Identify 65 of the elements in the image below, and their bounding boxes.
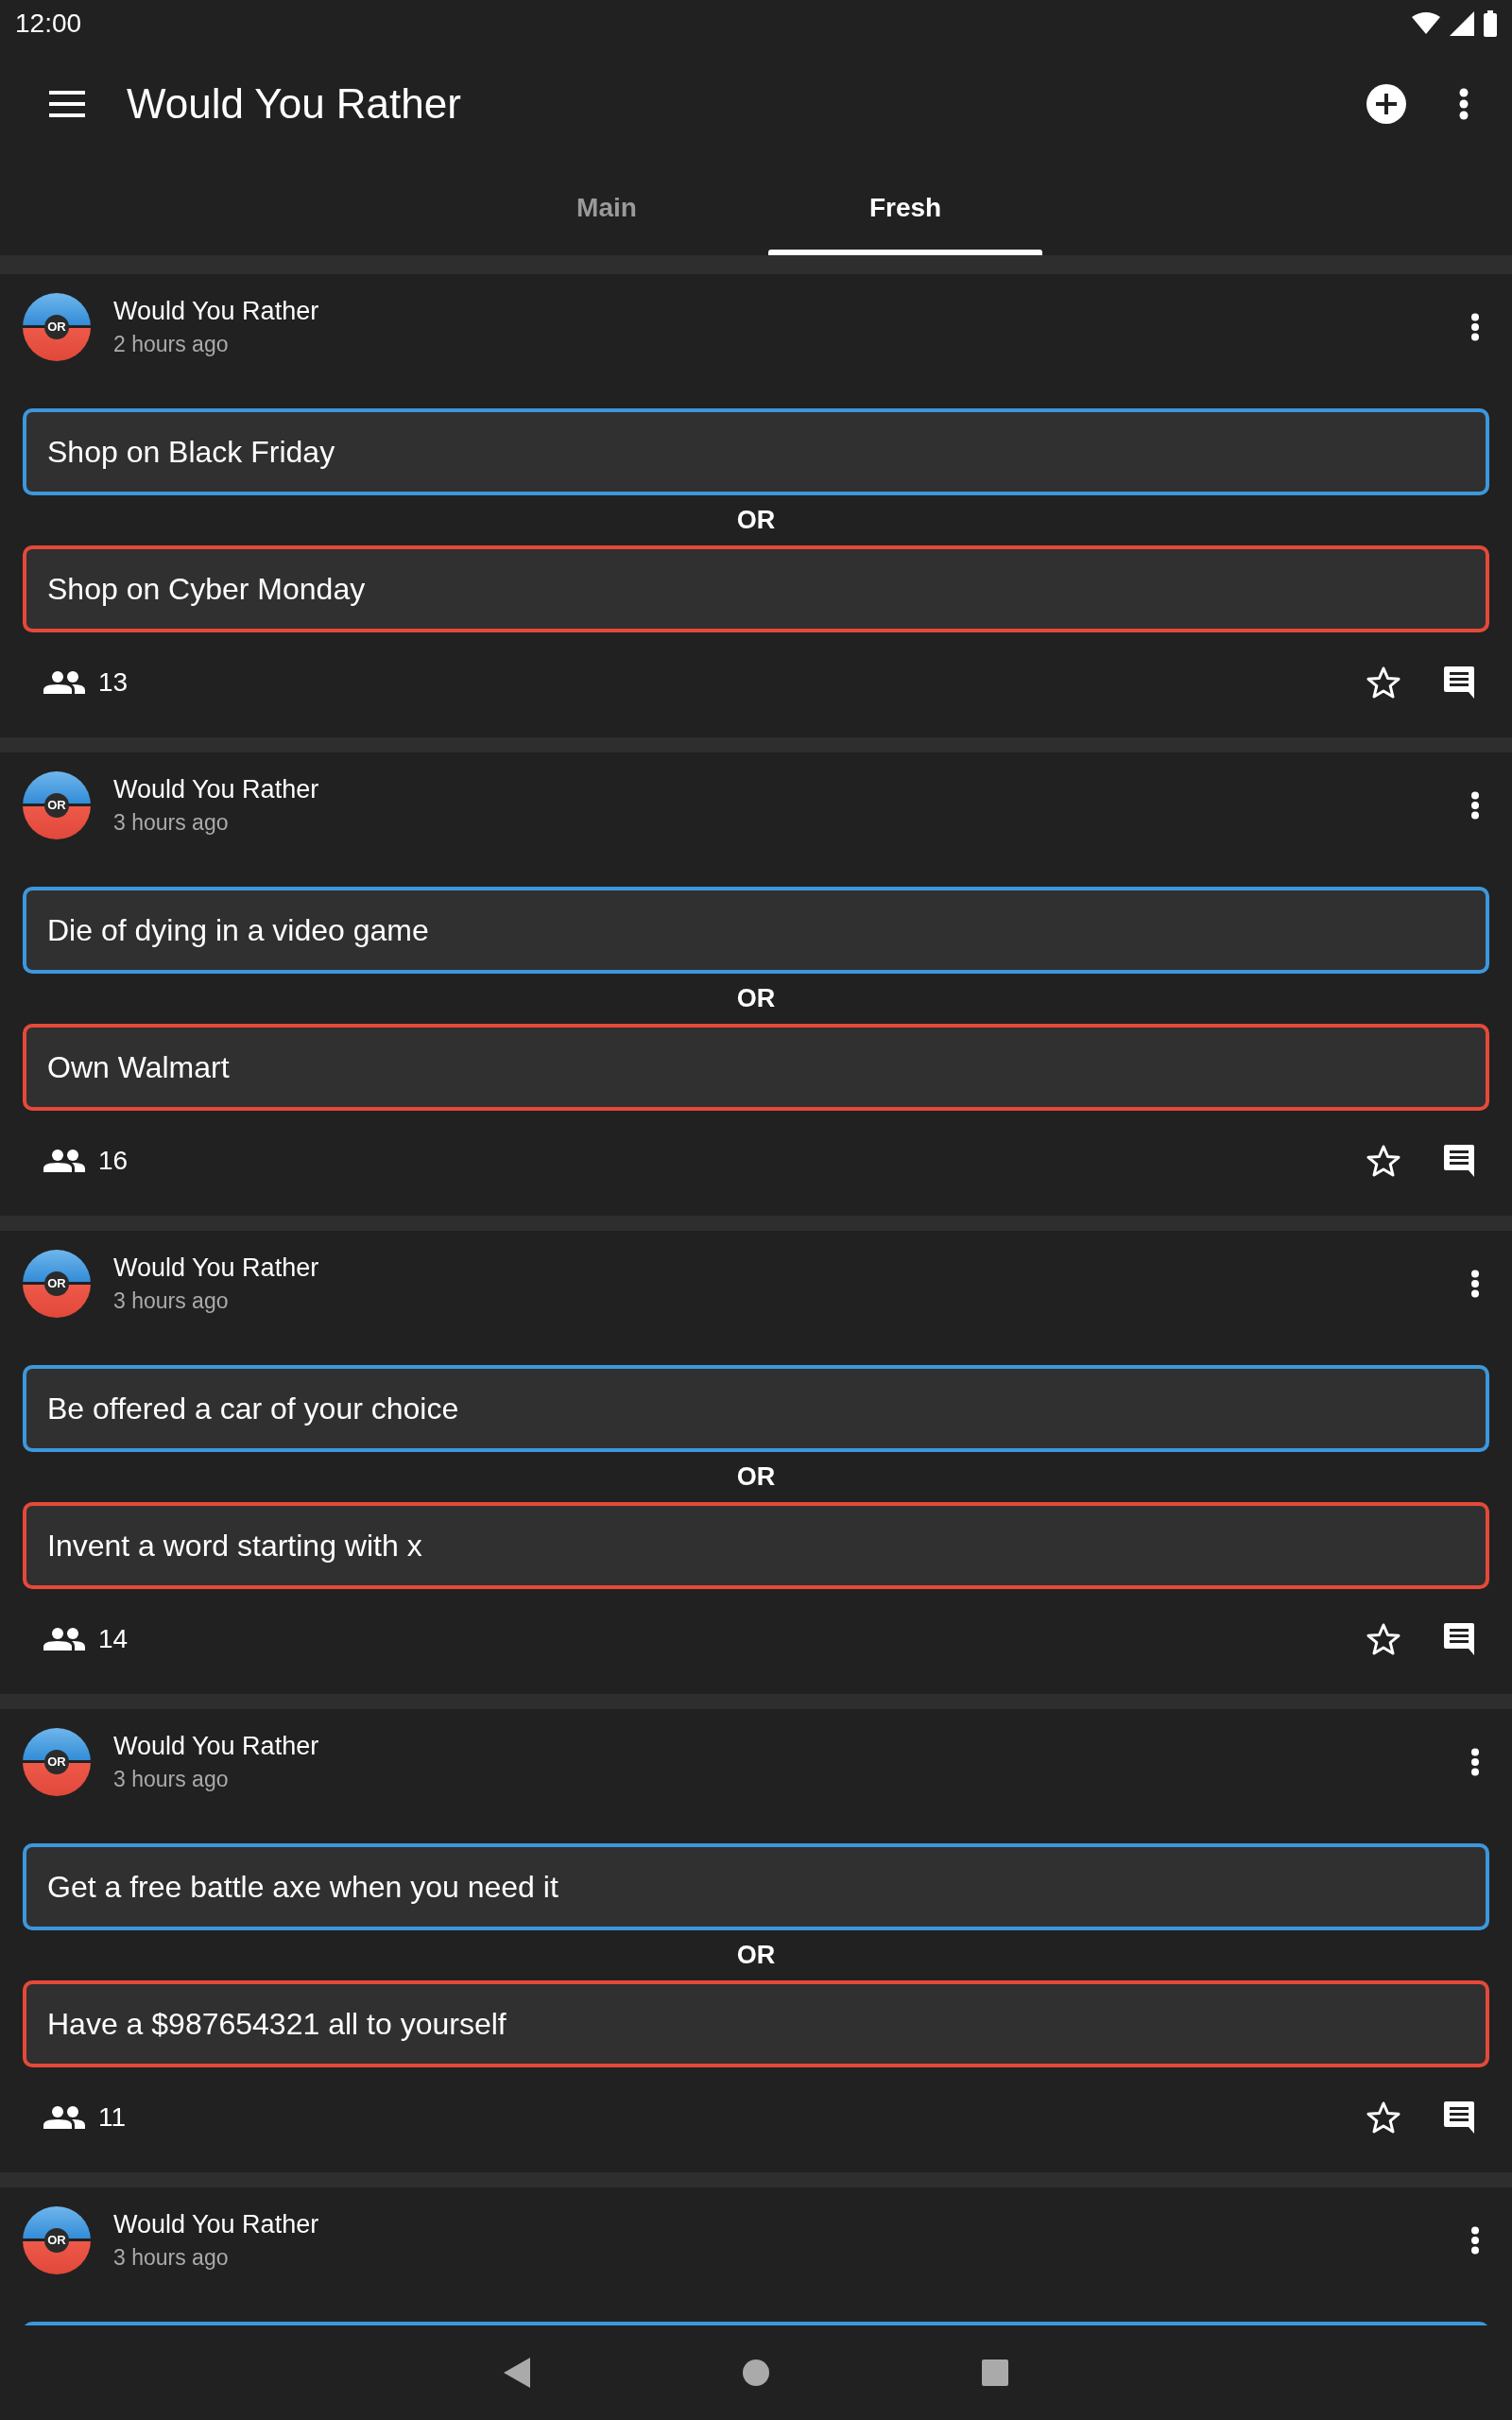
logo-text: OR <box>46 1275 67 1292</box>
logo-icon <box>23 1250 91 1318</box>
people-icon <box>43 2105 85 2129</box>
more-icon[interactable] <box>1470 1270 1480 1298</box>
wifi-icon <box>1412 12 1440 35</box>
or-separator: OR <box>736 1462 776 1492</box>
logo-text: OR <box>46 319 67 336</box>
option-button[interactable]: Shop on Black Friday <box>23 408 1489 495</box>
comment-icon[interactable] <box>1442 1621 1476 1656</box>
logo-text: OR <box>46 797 67 814</box>
comment-icon[interactable] <box>1442 2100 1476 2135</box>
home-icon[interactable] <box>743 2360 769 2386</box>
logo-icon <box>23 771 91 839</box>
logo-text: OR <box>46 1754 67 1771</box>
people-icon <box>43 670 85 694</box>
comment-icon[interactable] <box>1442 665 1476 700</box>
author-name: Would You Rather <box>113 775 319 804</box>
option-button[interactable]: Have a $987654321 all to yourself <box>23 1980 1489 2067</box>
tab[interactable]: Main <box>457 161 756 255</box>
vote-count: 14 <box>98 1623 129 1654</box>
menu-icon[interactable] <box>49 91 85 117</box>
more-icon[interactable] <box>1470 791 1480 820</box>
comment-icon[interactable] <box>1442 1143 1476 1178</box>
more-icon[interactable] <box>1470 2226 1480 2255</box>
post-time: 3 hours ago <box>113 2245 230 2271</box>
option-button[interactable]: Invent a word starting with x <box>23 1502 1489 1589</box>
star-icon[interactable] <box>1366 666 1400 699</box>
star-icon[interactable] <box>1366 2100 1400 2134</box>
logo-icon <box>23 2206 91 2274</box>
people-icon <box>43 1627 85 1651</box>
star-icon[interactable] <box>1366 1144 1400 1177</box>
more-icon[interactable] <box>1459 88 1469 120</box>
more-icon[interactable] <box>1470 1748 1480 1776</box>
author-name: Would You Rather <box>113 1732 319 1761</box>
author-name: Would You Rather <box>113 2210 319 2239</box>
battery-icon <box>1484 10 1497 37</box>
people-icon <box>43 1149 85 1172</box>
app-title: Would You Rather <box>127 80 461 128</box>
or-separator: OR <box>736 984 776 1013</box>
author-name: Would You Rather <box>113 297 319 326</box>
back-icon[interactable] <box>504 2358 530 2388</box>
vote-count: 16 <box>98 1145 129 1176</box>
logo-icon <box>23 1728 91 1796</box>
tab[interactable]: Fresh <box>756 161 1055 255</box>
option-button[interactable]: Get a free battle axe when you need it <box>23 1843 1489 1930</box>
logo-text: OR <box>46 2232 67 2249</box>
vote-count: 11 <box>98 2101 127 2133</box>
status-time: 12:00 <box>15 9 82 39</box>
add-icon[interactable] <box>1366 84 1406 124</box>
post-time: 2 hours ago <box>113 332 230 357</box>
or-separator: OR <box>736 1941 776 1970</box>
option-button[interactable]: Own Walmart <box>23 1024 1489 1111</box>
more-icon[interactable] <box>1470 313 1480 341</box>
post-time: 3 hours ago <box>113 810 230 836</box>
author-name: Would You Rather <box>113 1253 319 1283</box>
post-time: 3 hours ago <box>113 1288 230 1314</box>
option-button[interactable]: Die of dying in a video game <box>23 887 1489 974</box>
logo-icon <box>23 293 91 361</box>
vote-count: 13 <box>98 666 129 698</box>
option-button[interactable]: Be offered a car of your choice <box>23 1365 1489 1452</box>
star-icon[interactable] <box>1366 1622 1400 1655</box>
or-separator: OR <box>736 506 776 535</box>
post-time: 3 hours ago <box>113 1767 230 1792</box>
signal-icon <box>1450 11 1474 36</box>
option-button[interactable]: Shop on Cyber Monday <box>23 545 1489 632</box>
